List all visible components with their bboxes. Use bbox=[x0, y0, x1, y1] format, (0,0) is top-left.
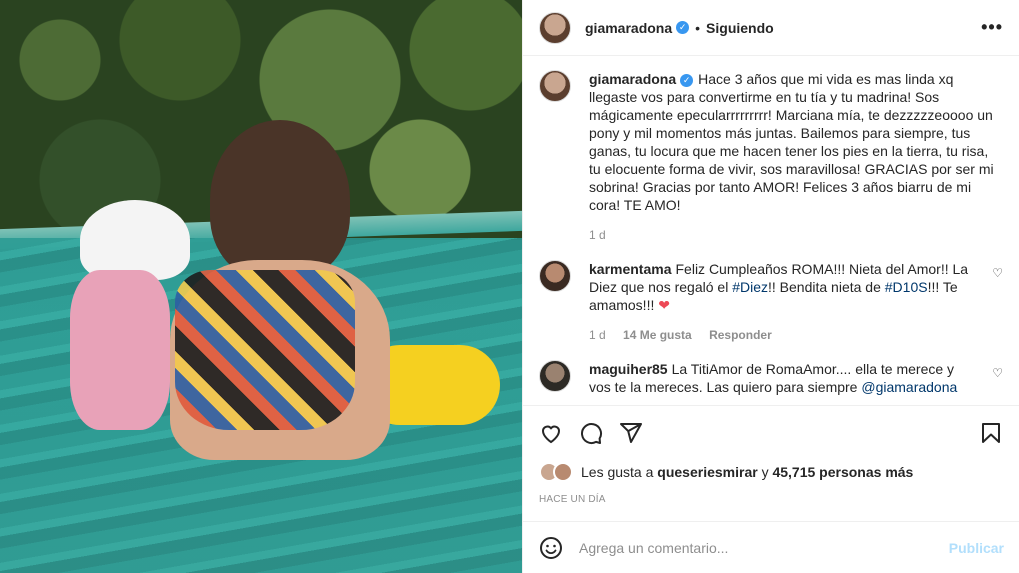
image-swimsuit bbox=[175, 270, 355, 430]
share-icon[interactable] bbox=[619, 421, 643, 445]
liker-avatar[interactable] bbox=[553, 462, 573, 482]
caption-time[interactable]: 1 d bbox=[589, 228, 606, 242]
bookmark-icon[interactable] bbox=[979, 421, 1003, 445]
comment-text-block: maguiher85 La TitiAmor de RomaAmor.... el… bbox=[589, 360, 975, 396]
caption-avatar[interactable] bbox=[539, 70, 571, 102]
add-comment-bar: Publicar bbox=[523, 521, 1019, 573]
reply-button[interactable]: Responder bbox=[709, 328, 772, 342]
post-image[interactable] bbox=[0, 0, 522, 573]
comment-item: karmentama Feliz Cumpleaños ROMA!!! Nieta… bbox=[539, 260, 1003, 360]
verified-badge-icon: ✓ bbox=[680, 73, 694, 87]
following-button[interactable]: Siguiendo bbox=[706, 20, 774, 36]
comment-meta: 1 d 14 Me gusta Responder bbox=[589, 328, 975, 342]
separator-dot: • bbox=[695, 19, 701, 36]
mention-link[interactable]: @giamaradona bbox=[861, 379, 957, 395]
heart-icon[interactable] bbox=[539, 421, 563, 445]
caption-text: Hace 3 años que mi vida es mas linda xq … bbox=[589, 71, 994, 213]
comments-list[interactable]: giamaradona ✓ Hace 3 años que mi vida es m… bbox=[523, 56, 1019, 406]
comment-likes[interactable]: 14 Me gusta bbox=[623, 328, 692, 342]
comment-text-block: karmentama Feliz Cumpleaños ROMA!!! Nieta… bbox=[589, 260, 975, 314]
comment-text: !! Bendita nieta de bbox=[768, 279, 885, 295]
comment-time[interactable]: 1 d bbox=[589, 328, 606, 342]
comment-like-heart-icon[interactable]: ♡ bbox=[992, 366, 1003, 380]
comment-username[interactable]: karmentama bbox=[589, 261, 672, 277]
smiley-icon[interactable] bbox=[539, 536, 563, 560]
caption-text-block: giamaradona ✓ Hace 3 años que mi vida es m… bbox=[589, 70, 1003, 214]
likes-count[interactable]: 45,715 personas más bbox=[772, 464, 913, 480]
author-username[interactable]: giamaradona bbox=[585, 20, 672, 36]
likes-text: Les gusta a queseriesmirar y 45,715 pers… bbox=[581, 464, 913, 480]
verified-badge-icon: ✓ bbox=[676, 21, 690, 34]
hashtag-link[interactable]: #D10S bbox=[885, 279, 928, 295]
red-heart-emoji-icon: ❤ bbox=[658, 297, 670, 313]
hashtag-link[interactable]: #Diez bbox=[732, 279, 768, 295]
likes-user[interactable]: queseriesmirar bbox=[657, 464, 757, 480]
caption-username[interactable]: giamaradona bbox=[589, 71, 676, 87]
post-timestamp[interactable]: HACE UN DÍA bbox=[523, 484, 1019, 524]
comment-avatar[interactable] bbox=[539, 360, 571, 392]
likes-prefix: Les gusta a bbox=[581, 464, 654, 480]
post-side-panel: giamaradona ✓ • Siguiendo ••• giamaradon… bbox=[522, 0, 1019, 573]
comment-item: maguiher85 La TitiAmor de RomaAmor.... el… bbox=[539, 360, 1003, 396]
image-sun-hat bbox=[80, 200, 190, 280]
likes-middle: y bbox=[761, 464, 769, 480]
add-comment-input[interactable] bbox=[579, 539, 949, 556]
more-options-icon[interactable]: ••• bbox=[981, 17, 1003, 38]
likes-summary: Les gusta a queseriesmirar y 45,715 pers… bbox=[523, 460, 1019, 484]
comment-username[interactable]: maguiher85 bbox=[589, 361, 668, 377]
image-baby-body bbox=[70, 270, 170, 430]
author-avatar[interactable] bbox=[539, 11, 571, 44]
comment-icon[interactable] bbox=[579, 421, 603, 445]
comment-like-heart-icon[interactable]: ♡ bbox=[992, 266, 1003, 280]
publish-button[interactable]: Publicar bbox=[949, 540, 1004, 556]
action-bar bbox=[523, 406, 1019, 460]
post-header: giamaradona ✓ • Siguiendo ••• bbox=[523, 0, 1019, 56]
caption: giamaradona ✓ Hace 3 años que mi vida es m… bbox=[539, 70, 1003, 260]
comment-avatar[interactable] bbox=[539, 260, 571, 292]
image-hair bbox=[210, 120, 350, 280]
image-baby bbox=[70, 200, 190, 440]
caption-meta: 1 d bbox=[589, 228, 1003, 242]
